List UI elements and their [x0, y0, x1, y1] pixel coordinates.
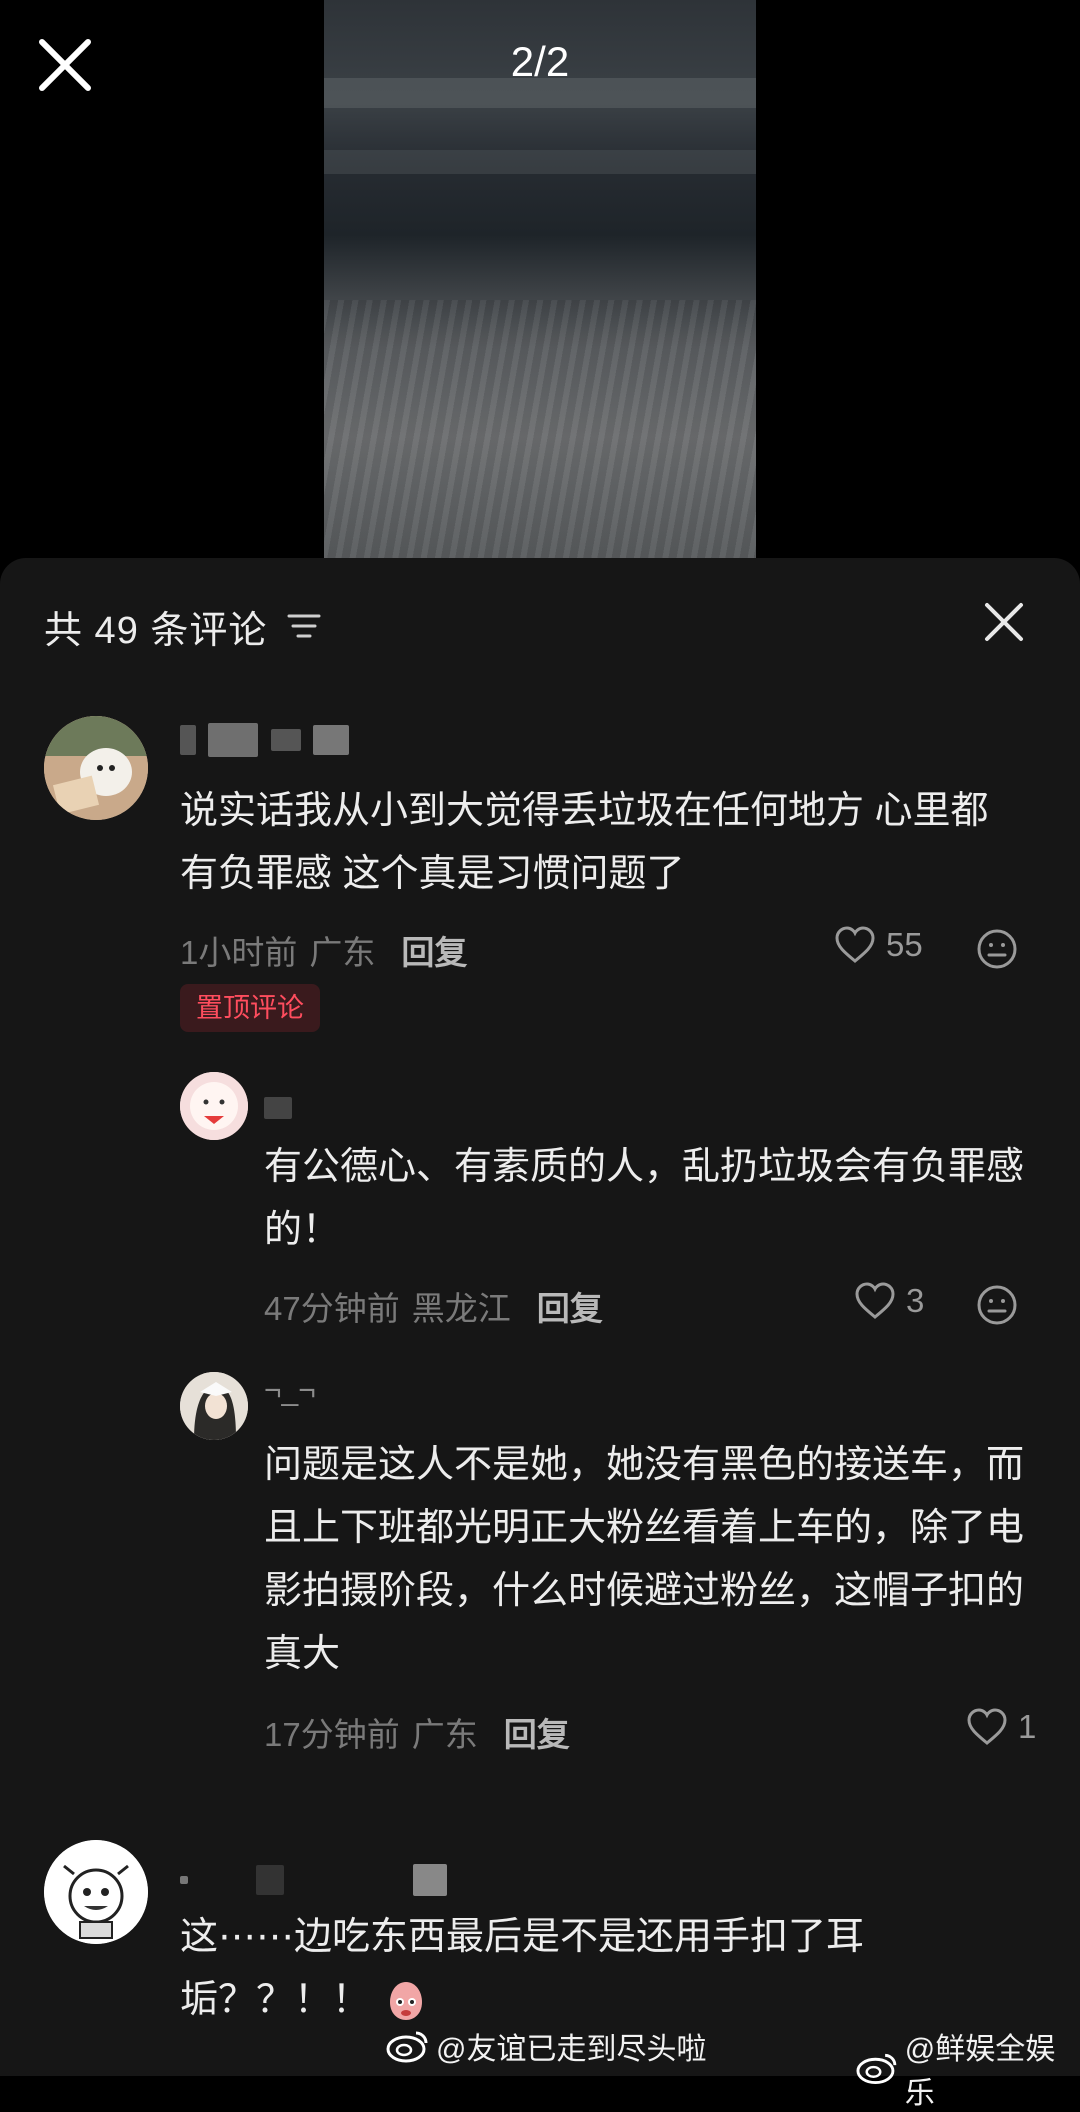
like-count: 55	[886, 926, 923, 963]
like-button[interactable]: 55	[834, 926, 923, 964]
emoji-reaction-icon[interactable]	[976, 1284, 1018, 1326]
username-redacted	[264, 1090, 292, 1124]
emoji-reaction-icon[interactable]	[976, 928, 1018, 970]
avatar[interactable]	[44, 716, 148, 820]
comment-time: 17分钟前	[264, 1716, 400, 1753]
comments-header: 共 49 条评论	[44, 596, 321, 656]
like-button[interactable]: 3	[854, 1282, 924, 1320]
reply-button[interactable]: 回复	[401, 926, 467, 974]
watermark-left: @友谊已走到尽头啦	[386, 2024, 706, 2068]
username-redacted	[180, 1862, 447, 1897]
avatar[interactable]	[180, 1072, 248, 1140]
reply-button[interactable]: 回复	[537, 1282, 603, 1330]
comment-text: 问题是这人不是她，她没有黑色的接送车，而且上下班都光明正大粉丝看着上车的，除了电…	[264, 1444, 1025, 1675]
username: ¬_¬	[264, 1374, 316, 1407]
comment-location: 黑龙江	[411, 1290, 511, 1327]
weibo-icon	[856, 2053, 897, 2085]
close-comments-icon[interactable]	[984, 602, 1024, 642]
watermark-right: @鲜娱全娱乐	[856, 2024, 1080, 2112]
emoji-sticker	[384, 1978, 428, 2022]
page-counter: 2/2	[510, 38, 570, 85]
comment-time: 47分钟前	[264, 1290, 400, 1327]
avatar[interactable]	[180, 1372, 248, 1440]
heart-icon	[835, 926, 875, 963]
reply-button[interactable]: 回复	[504, 1708, 570, 1756]
comment-meta: 1小时前 广东 回复	[180, 926, 467, 974]
comment-location: 广东	[309, 934, 376, 971]
like-count: 1	[1018, 1708, 1037, 1745]
like-count: 3	[906, 1282, 925, 1319]
pinned-badge: 置顶评论	[180, 984, 320, 1032]
comment-text: 这⋯⋯边吃东西最后是不是还用手扣了耳垢？？！！	[180, 1916, 865, 2021]
watermark-text: @鲜娱全娱乐	[904, 2033, 1056, 2110]
sort-icon[interactable]	[287, 611, 321, 641]
heart-icon	[967, 1708, 1007, 1745]
comment-text: 说实话我从小到大觉得丢垃圾在任何地方 心里都有负罪感 这个真是习惯问题了	[180, 790, 989, 895]
watermark-text: @友谊已走到尽头啦	[436, 2033, 707, 2066]
comment-text: 有公德心、有素质的人，乱扔垃圾会有负罪感的！	[264, 1146, 1025, 1251]
comment-meta: 47分钟前 黑龙江 回复	[264, 1282, 603, 1330]
video-viewer: 2/2	[0, 0, 1080, 560]
comment-time: 1小时前	[180, 934, 298, 971]
username-redacted	[180, 722, 350, 758]
comment-location: 广东	[411, 1716, 478, 1753]
like-button[interactable]: 1	[966, 1708, 1036, 1746]
comment-meta: 17分钟前 广东 回复	[264, 1708, 570, 1756]
weibo-icon	[386, 2031, 428, 2063]
comments-count-title: 共 49 条评论	[44, 609, 268, 652]
heart-icon	[855, 1282, 895, 1319]
avatar[interactable]	[44, 1840, 148, 1944]
